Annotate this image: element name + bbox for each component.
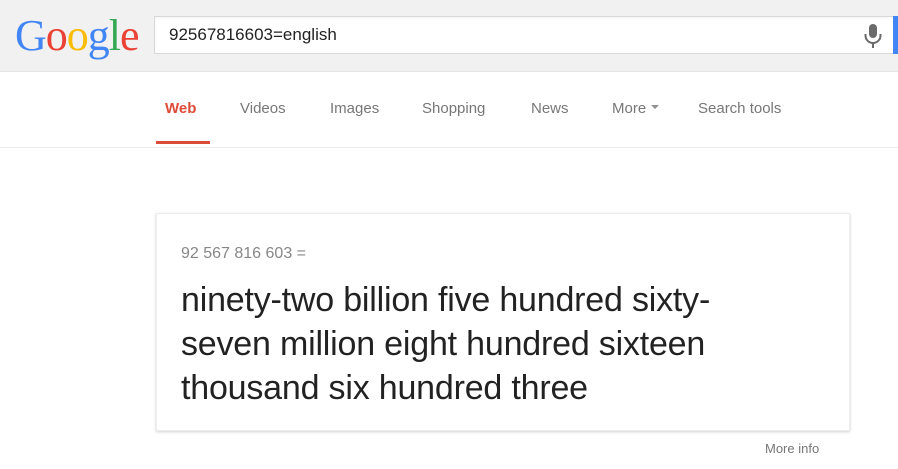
tab-search-tools[interactable]: Search tools [698,99,781,119]
conversion-query: 92 567 816 603 = [181,245,307,262]
google-logo[interactable]: Google [15,11,140,60]
logo-letter: l [108,11,121,60]
active-tab-indicator [156,141,210,144]
tab-more-label: More [612,100,647,117]
tab-shopping[interactable]: Shopping [422,99,485,119]
logo-letter: o [45,11,68,60]
top-bar: Google [0,0,898,72]
calculator-result-card: 92 567 816 603 = ninety-two billion five… [156,213,850,431]
logo-letter: G [15,11,47,60]
search-box[interactable] [154,16,898,54]
chevron-down-icon [651,105,660,110]
answer-line: seven million eight hundred sixteen [181,325,706,363]
logo-letter: e [120,11,140,60]
tab-images[interactable]: Images [330,99,379,119]
microphone-icon[interactable] [861,22,885,50]
conversion-answer: ninety-two billion five hundred sixty- s… [181,278,831,410]
answer-line: thousand six hundred three [181,369,588,407]
logo-letter: o [66,11,89,60]
answer-line: ninety-two billion five hundred sixty- [181,281,711,319]
search-tabs: Web Videos Images Shopping News More Sea… [0,73,898,148]
tab-web[interactable]: Web [165,99,196,119]
tab-more[interactable]: More [612,99,660,119]
tab-news[interactable]: News [531,99,569,119]
logo-letter: g [87,11,110,60]
search-input[interactable] [169,17,849,53]
tab-videos[interactable]: Videos [240,99,286,119]
more-info-link[interactable]: More info [765,440,819,458]
search-button-edge[interactable] [893,16,898,54]
